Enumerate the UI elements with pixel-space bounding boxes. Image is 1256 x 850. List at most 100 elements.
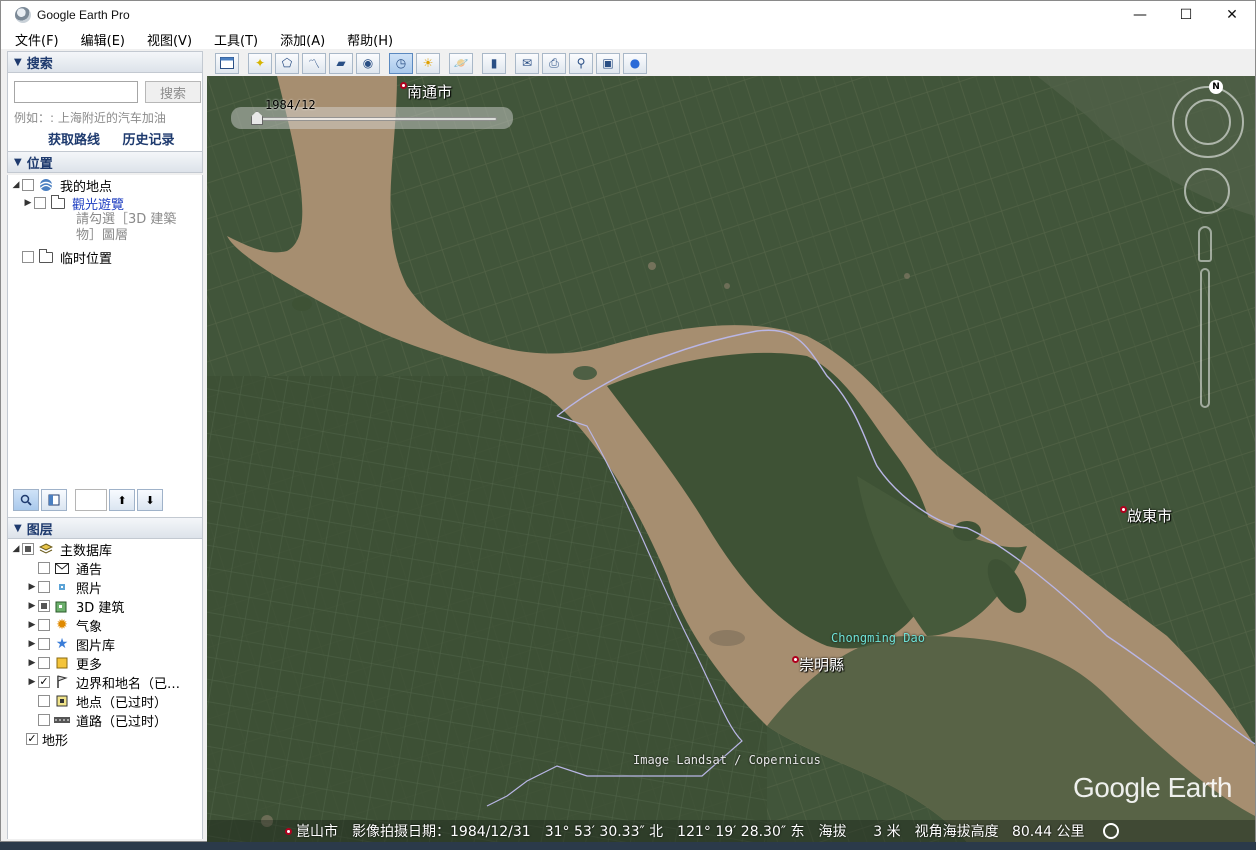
tree-item-temporary-places[interactable]: 临时位置 (22, 248, 112, 267)
nantong-pin-icon[interactable] (400, 82, 407, 89)
checkbox[interactable] (22, 251, 34, 263)
label-nantong[interactable]: 南通市 (407, 81, 452, 102)
maximize-button[interactable]: ☐ (1163, 1, 1209, 29)
layer-3d-buildings[interactable]: ▶ 3D 建筑 (26, 597, 125, 616)
time-slider-thumb[interactable] (251, 111, 263, 125)
layer-notices[interactable]: 通告 (26, 559, 102, 578)
add-polygon-icon[interactable]: ⬠ (275, 52, 299, 74)
tree-item-sightseeing[interactable]: ▶ 觀光遊覽 (22, 194, 124, 213)
layer-label: 地点（已过时） (76, 695, 168, 711)
qidong-pin-icon[interactable] (1120, 506, 1127, 513)
kunshan-pin-icon[interactable] (285, 827, 292, 835)
save-image-icon[interactable]: ▣ (596, 52, 620, 74)
layer-primary-database[interactable]: ◢ 主数据库 (10, 540, 112, 559)
layer-terrain[interactable]: 地形 (26, 730, 68, 749)
email-icon[interactable]: ✉ (515, 52, 539, 74)
look-joystick-inner[interactable] (1185, 99, 1231, 145)
menu-help[interactable]: 帮助(H) (343, 30, 397, 49)
places-panel: ◢ 我的地点 ▶ 觀光遊覽 請勾選［3D 建築物］圖層 临时位置 (7, 175, 203, 531)
checkbox[interactable] (34, 197, 46, 209)
zoom-slider[interactable] (1200, 268, 1210, 408)
layer-gallery[interactable]: ▶ ★ 图片库 (26, 635, 115, 654)
sidebar-toggle-icon[interactable] (215, 52, 239, 74)
label-kunshan[interactable]: 崑山市 (296, 821, 338, 841)
historical-imagery-icon[interactable]: ◷ (389, 52, 413, 74)
status-bar: 崑山市 影像拍摄日期：1984/12/31 31° 53′ 30.33″ 北 1… (207, 820, 1255, 842)
search-places-button[interactable] (13, 489, 39, 511)
get-directions-link[interactable]: 获取路线 (48, 133, 100, 148)
checkbox[interactable] (38, 562, 50, 574)
history-link[interactable]: 历史记录 (123, 133, 175, 148)
search-button[interactable]: 搜索 (145, 81, 201, 103)
print-icon[interactable]: ⎙ (542, 52, 566, 74)
checkbox[interactable] (38, 657, 50, 669)
label-qidong[interactable]: 啟東市 (1127, 505, 1172, 526)
search-panel-header[interactable]: ▼ 搜索 (7, 51, 203, 73)
checkbox[interactable] (38, 714, 50, 726)
places-panel-header[interactable]: ▼ 位置 (7, 151, 203, 173)
close-button[interactable]: ✕ (1209, 1, 1255, 29)
toggle-panel-button[interactable] (41, 489, 67, 511)
move-down-button[interactable]: ⬇ (137, 489, 163, 511)
minimize-button[interactable]: — (1117, 1, 1163, 29)
expand-icon[interactable]: ▶ (26, 677, 38, 687)
earth-gallery-icon[interactable]: ● (623, 52, 647, 74)
tree-item-my-places[interactable]: ◢ 我的地点 (10, 176, 112, 195)
ruler-icon[interactable]: ▮ (482, 52, 506, 74)
checkbox[interactable] (38, 619, 50, 631)
checkbox[interactable] (38, 638, 50, 650)
expand-icon[interactable]: ▶ (26, 658, 38, 668)
layer-weather[interactable]: ▶ ✹ 气象 (26, 616, 102, 635)
time-slider-track[interactable] (251, 117, 497, 121)
expand-icon[interactable]: ▶ (26, 620, 38, 630)
layers-panel-header[interactable]: ▼ 图层 (7, 517, 203, 539)
expand-icon[interactable]: ▶ (26, 601, 38, 611)
checkbox[interactable] (38, 695, 50, 707)
google-earth-window: Google Earth Pro — ☐ ✕ 文件(F) 编辑(E) 视图(V)… (0, 0, 1256, 842)
menu-view[interactable]: 视图(V) (143, 30, 196, 49)
add-image-overlay-icon[interactable]: ▰ (329, 52, 353, 74)
google-maps-icon[interactable]: ⚲ (569, 52, 593, 74)
street-view-pegman-icon[interactable] (1198, 226, 1212, 262)
label-chongming-dao[interactable]: Chongming Dao (831, 631, 925, 645)
add-placemark-icon[interactable]: ✦ (248, 52, 272, 74)
planets-icon[interactable]: 🪐 (449, 52, 473, 74)
layer-more[interactable]: ▶ 更多 (26, 654, 103, 673)
eye-altitude: 视角海拔高度 80.44 公里 (914, 824, 1085, 840)
checkbox[interactable] (26, 733, 38, 745)
expand-icon[interactable]: ◢ (10, 544, 22, 554)
layer-roads[interactable]: 道路（已过时） (26, 711, 167, 730)
layer-places[interactable]: 地点（已过时） (26, 692, 168, 711)
places-filter-input[interactable] (75, 489, 107, 511)
checkbox[interactable] (38, 581, 50, 593)
layer-label: 3D 建筑 (76, 600, 125, 616)
checkbox[interactable] (38, 676, 50, 688)
menu-file[interactable]: 文件(F) (11, 30, 63, 49)
checkbox[interactable] (22, 179, 34, 191)
sunlight-icon[interactable]: ☀ (416, 52, 440, 74)
building-icon (54, 599, 70, 613)
map-view[interactable]: 1984/12 南通市 啟東市 Chongming Dao 崇明縣 Image … (207, 76, 1255, 842)
layer-borders-labels[interactable]: ▶ 边界和地名（已… (26, 673, 180, 692)
expand-icon[interactable]: ▶ (26, 582, 38, 592)
move-up-button[interactable]: ⬆ (109, 489, 135, 511)
checkbox[interactable] (38, 600, 50, 612)
add-path-icon[interactable]: 〽 (302, 52, 326, 74)
chongming-pin-icon[interactable] (792, 656, 799, 663)
north-indicator[interactable]: N (1209, 80, 1223, 94)
expand-icon[interactable]: ◢ (10, 180, 22, 190)
menu-add[interactable]: 添加(A) (276, 30, 329, 49)
search-input[interactable] (14, 81, 138, 103)
menu-edit[interactable]: 编辑(E) (77, 30, 129, 49)
move-joystick[interactable] (1184, 168, 1230, 214)
layer-photos[interactable]: ▶ 照片 (26, 578, 102, 597)
checkbox[interactable] (22, 543, 34, 555)
menu-tools[interactable]: 工具(T) (210, 30, 262, 49)
expand-icon[interactable]: ▶ (22, 198, 34, 208)
expand-icon[interactable]: ▶ (26, 639, 38, 649)
layer-label: 更多 (76, 657, 103, 673)
record-tour-icon[interactable]: ◉ (356, 52, 380, 74)
window-title: Google Earth Pro (37, 8, 130, 22)
collapse-triangle-icon: ▼ (14, 156, 22, 168)
label-chongming-county[interactable]: 崇明縣 (799, 654, 844, 675)
